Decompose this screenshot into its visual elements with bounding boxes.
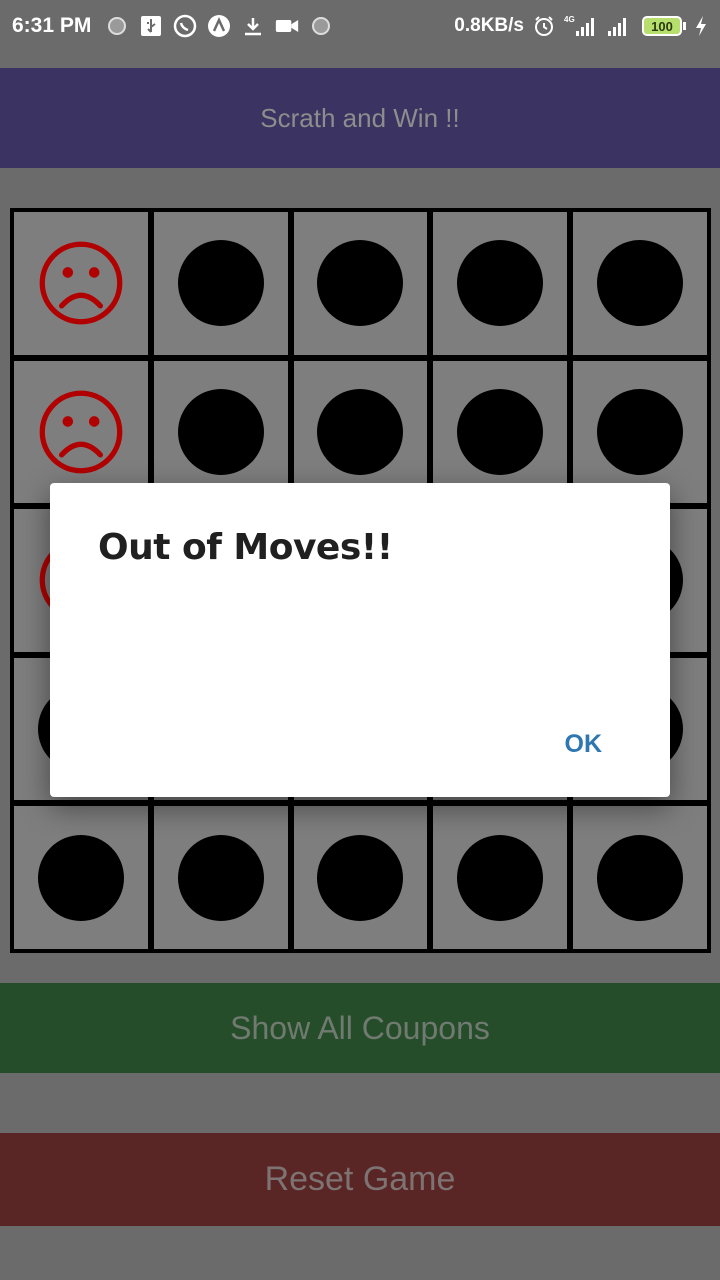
title-bar: Scrath and Win !! [0, 68, 720, 168]
circle-icon [105, 14, 129, 38]
grid-cell[interactable] [433, 360, 568, 504]
scratch-dot [597, 240, 684, 327]
scratch-dot [37, 834, 124, 921]
network-speed: 0.8KB/s [454, 15, 524, 36]
usb-icon [139, 14, 163, 38]
grid-cell[interactable] [573, 360, 707, 504]
grid-cell[interactable] [293, 806, 428, 949]
grid-cell[interactable] [433, 806, 568, 949]
grid-cell[interactable] [573, 212, 707, 355]
scratch-dot [457, 240, 544, 327]
signal-icon [606, 14, 634, 38]
sad-face-icon [39, 390, 123, 474]
grid-cell[interactable] [293, 360, 428, 504]
app-title: Scrath and Win !! [260, 102, 460, 133]
scratch-dot [317, 388, 404, 475]
download-icon [241, 14, 265, 38]
video-icon [275, 14, 299, 38]
sad-face-icon [39, 241, 123, 325]
dialog-title: Out of Moves!! [98, 527, 393, 568]
whatsapp-icon [173, 14, 197, 38]
scratch-dot [177, 388, 264, 475]
scratch-dot [457, 834, 544, 921]
grid-cell[interactable] [153, 212, 288, 355]
status-bar: 6:31 PM 0.8KB/s 4G 100 [0, 0, 720, 52]
alarm-icon [532, 14, 556, 38]
status-right: 0.8KB/s 4G 100 [454, 14, 708, 38]
grid-cell[interactable] [433, 212, 568, 355]
grid-cell[interactable] [293, 212, 428, 355]
scratch-dot [317, 240, 404, 327]
ok-button[interactable]: OK [565, 730, 603, 759]
scratch-dot [457, 388, 544, 475]
circle-icon [309, 14, 333, 38]
show-all-coupons-button[interactable]: Show All Coupons [0, 983, 720, 1073]
grid-cell[interactable] [153, 806, 288, 949]
grid-cell[interactable] [153, 360, 288, 504]
scratch-dot [317, 834, 404, 921]
alert-dialog: Out of Moves!! OK [50, 483, 670, 797]
status-time: 6:31 PM [12, 14, 92, 37]
status-left: 6:31 PM [12, 14, 333, 38]
battery-level: 100 [642, 16, 682, 36]
grid-cell[interactable] [14, 360, 148, 504]
grid-cell[interactable] [573, 806, 707, 949]
reset-game-button[interactable]: Reset Game [0, 1133, 720, 1226]
signal-icon: 4G [564, 14, 598, 38]
battery-indicator: 100 [642, 16, 686, 36]
app-a-icon [207, 14, 231, 38]
battery-tip [683, 22, 686, 30]
grid-cell[interactable] [14, 212, 148, 355]
grid-cell[interactable] [14, 806, 148, 949]
charging-icon [694, 14, 708, 38]
svg-text:4G: 4G [564, 15, 575, 24]
scratch-dot [597, 834, 684, 921]
scratch-dot [597, 388, 684, 475]
scratch-dot [177, 834, 264, 921]
scratch-dot [177, 240, 264, 327]
